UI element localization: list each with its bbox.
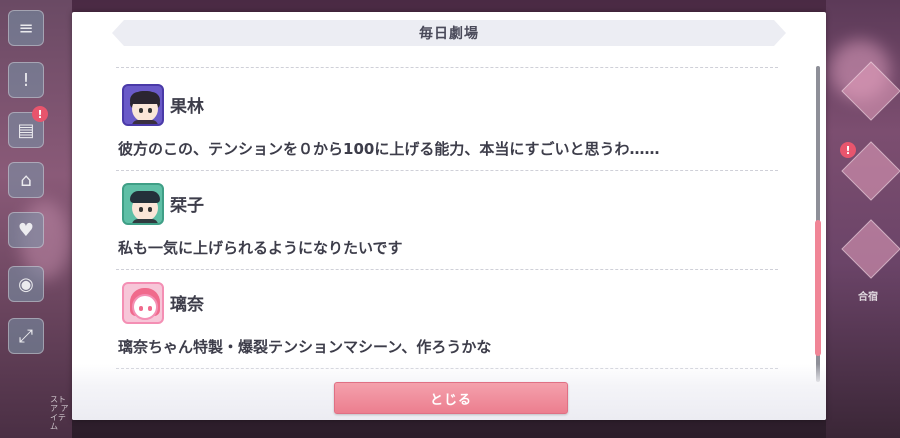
daily-theater-dialog: 毎日劇場 果林 彼方のこの、テンションを０から100に上げる能力、本当にすごいと… [72,12,826,420]
scrollbar-thumb[interactable] [815,220,821,356]
character-avatar [122,282,164,324]
notification-badge: ! [840,142,856,158]
speaker-name: 栞子 [170,196,204,216]
dialogue-text: 私も一気に上げられるようになりたいです [118,239,403,257]
speaker-name: 果林 [170,97,204,117]
character-avatar [122,183,164,225]
speaker-name: 璃奈 [170,295,204,315]
dialogue-text: 璃奈ちゃん特製・爆裂テンションマシーン、作ろうかな [118,338,492,356]
dialogue-text: 彼方のこの、テンションを０から100に上げる能力、本当にすごいと思うわ…… [118,140,660,158]
dialogue-entry: 璃奈 璃奈ちゃん特製・爆裂テンションマシーン、作ろうかな [116,270,778,369]
menu-icon[interactable]: ≡ [8,10,44,46]
divider [116,67,778,68]
scrollbar[interactable] [815,66,821,382]
chat-icon[interactable]: ! [8,62,44,98]
dialog-title: 毎日劇場 [419,26,479,42]
side-label: ストア アイテム [50,395,69,431]
dialogue-entry: 栞子 私も一気に上げられるようになりたいです [116,171,778,270]
camera-icon[interactable]: ◉ [8,266,44,302]
heart-icon[interactable]: ♥ [8,212,44,248]
close-button[interactable]: とじる [334,382,568,414]
dialog-title-bar: 毎日劇場 [112,20,786,46]
dialogue-list[interactable]: 果林 彼方のこの、テンションを０から100に上げる能力、本当にすごいと思うわ……… [116,72,778,369]
character-avatar [122,84,164,126]
notification-badge: ! [32,106,48,122]
gift-icon[interactable]: ⌂ [8,162,44,198]
dialogue-entry: 果林 彼方のこの、テンションを０から100に上げる能力、本当にすごいと思うわ…… [116,72,778,171]
expand-icon[interactable]: ⤢ [8,318,44,354]
camp-label: 合宿 [858,292,878,303]
